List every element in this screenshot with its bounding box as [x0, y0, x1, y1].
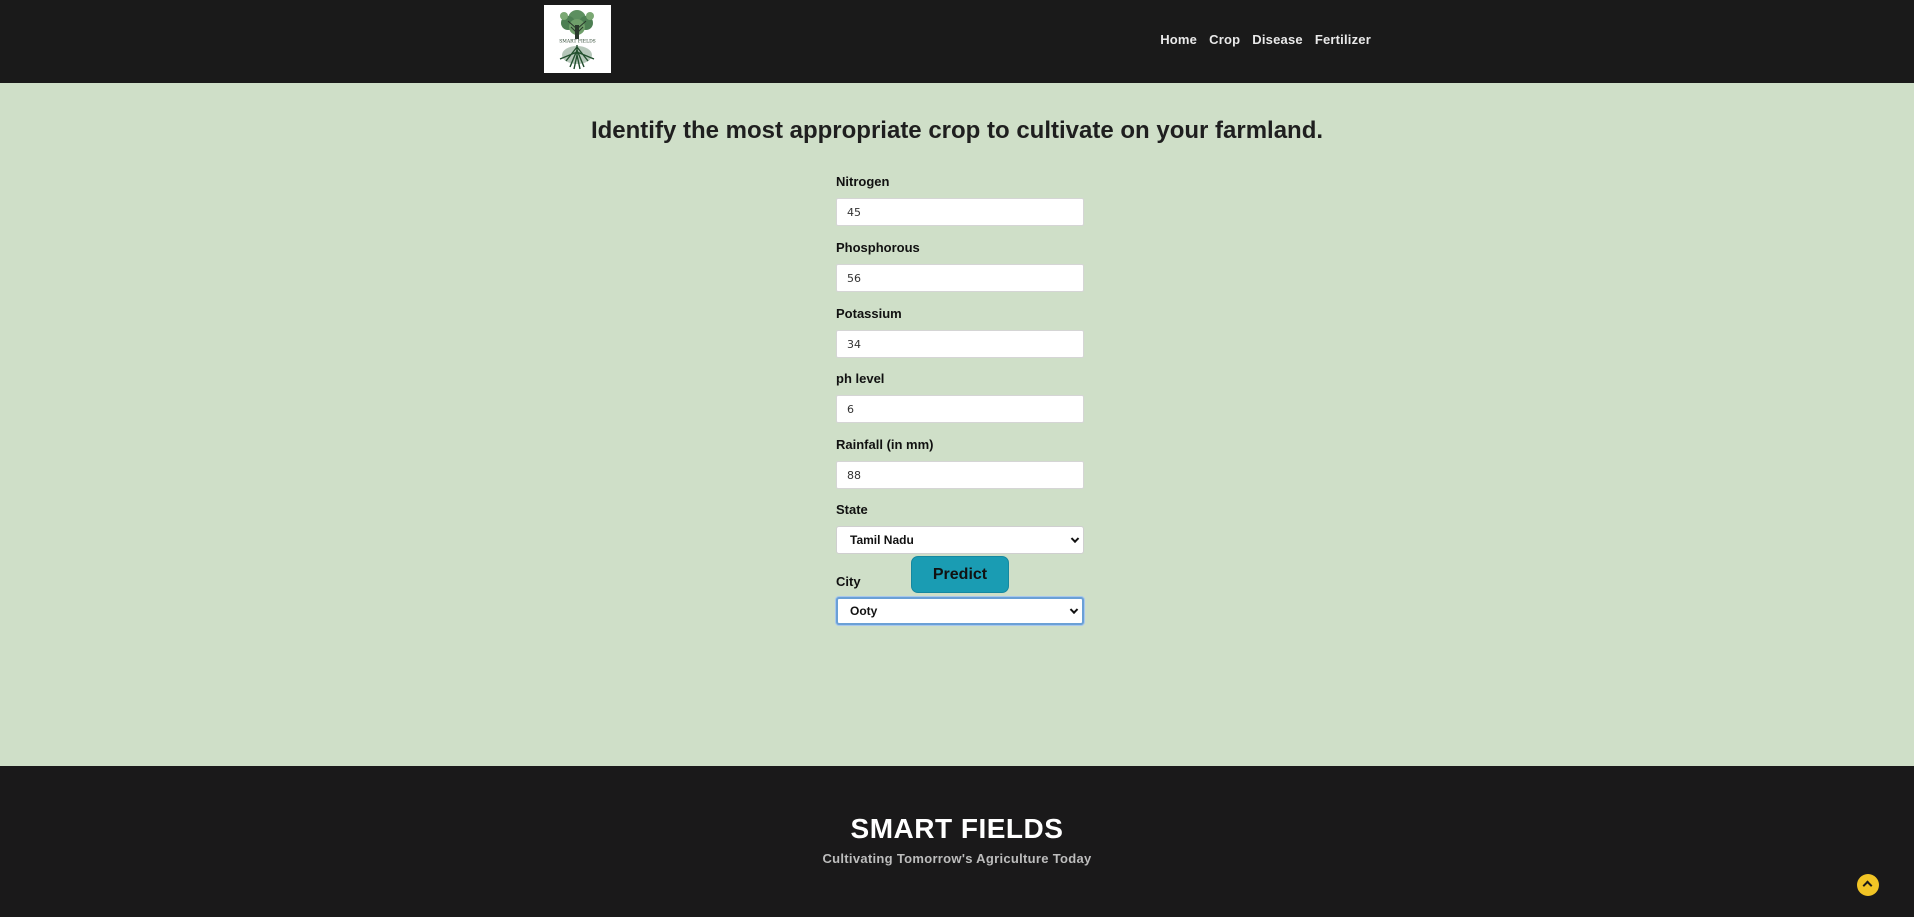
- nav-disease-link[interactable]: Disease: [1252, 32, 1303, 47]
- ph-level-input[interactable]: [836, 395, 1084, 423]
- rainfall-input[interactable]: [836, 461, 1084, 489]
- phosphorous-input[interactable]: [836, 264, 1084, 292]
- footer: SMART FIELDS Cultivating Tomorrow's Agri…: [0, 766, 1914, 917]
- ph-level-label: ph level: [836, 371, 885, 386]
- state-select[interactable]: Tamil Nadu: [836, 526, 1084, 554]
- rainfall-label: Rainfall (in mm): [836, 437, 934, 452]
- city-select[interactable]: Ooty: [836, 597, 1084, 625]
- potassium-label: Potassium: [836, 306, 902, 321]
- chevron-down-icon: [1070, 534, 1080, 544]
- phosphorous-label: Phosphorous: [836, 240, 920, 255]
- state-label: State: [836, 502, 868, 517]
- nav-home-link[interactable]: Home: [1160, 32, 1197, 47]
- nitrogen-input[interactable]: [836, 198, 1084, 226]
- chevron-down-icon: [1069, 605, 1079, 615]
- city-selected-value: Ooty: [850, 604, 878, 618]
- nav-crop-link[interactable]: Crop: [1209, 32, 1240, 47]
- crop-form-section: Identify the most appropriate crop to cu…: [0, 83, 1914, 766]
- scroll-to-top-button[interactable]: [1857, 874, 1879, 896]
- tree-logo-icon: SMART FIELDS: [544, 5, 611, 73]
- page-title: Identify the most appropriate crop to cu…: [590, 117, 1324, 144]
- state-selected-value: Tamil Nadu: [850, 533, 914, 547]
- navbar: SMART FIELDS Home Crop Disease Fertilize…: [0, 0, 1914, 83]
- chevron-up-icon: [1862, 880, 1873, 891]
- footer-title: SMART FIELDS: [850, 813, 1064, 844]
- logo-text: SMART FIELDS: [559, 39, 596, 45]
- brand-logo[interactable]: SMART FIELDS: [544, 5, 611, 73]
- city-label: City: [836, 574, 861, 589]
- predict-button[interactable]: Predict: [911, 556, 1009, 593]
- nav-fertilizer-link[interactable]: Fertilizer: [1315, 32, 1371, 47]
- potassium-input[interactable]: [836, 330, 1084, 358]
- main-nav: Home Crop Disease Fertilizer: [1160, 0, 1371, 79]
- footer-tagline: Cultivating Tomorrow's Agriculture Today: [822, 851, 1092, 866]
- nitrogen-label: Nitrogen: [836, 174, 890, 189]
